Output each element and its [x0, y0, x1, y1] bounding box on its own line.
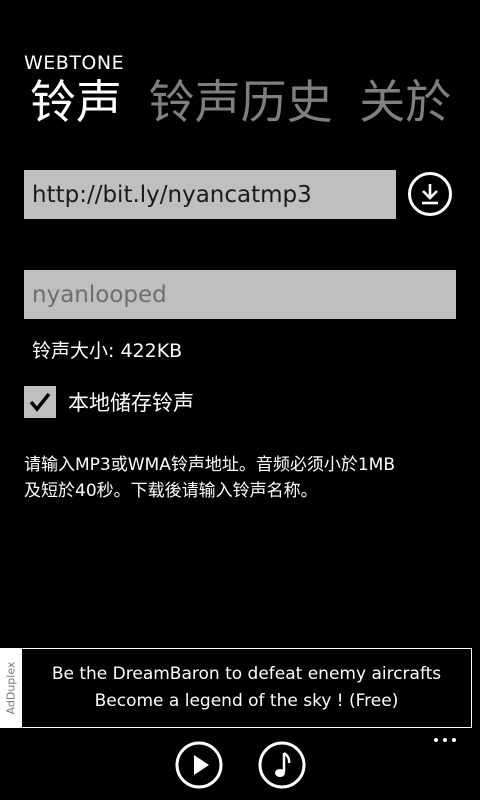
tab-about[interactable]: 关於: [359, 75, 451, 129]
ad-line-1: Be the DreamBaron to defeat enemy aircra…: [51, 664, 442, 684]
ringtone-name-value: nyanlooped: [32, 281, 167, 308]
instructions-text: 请输入MP3或WMA铃声地址。音频必须小於1MB 及短於40秒。下载後请输入铃声…: [24, 452, 464, 504]
download-button[interactable]: [408, 172, 452, 216]
tab-ringtone[interactable]: 铃声: [30, 75, 122, 129]
ad-provider-label: AdDuplex: [4, 661, 18, 715]
app-bar: [0, 730, 480, 800]
more-icon[interactable]: [434, 738, 456, 742]
ad-content[interactable]: Be the DreamBaron to defeat enemy aircra…: [22, 648, 472, 728]
ad-banner[interactable]: AdDuplex Be the DreamBaron to defeat ene…: [0, 648, 472, 728]
url-input[interactable]: http://bit.ly/nyancatmp3: [24, 170, 396, 219]
download-icon: [422, 184, 438, 205]
instructions-line-2: 及短於40秒。下载後请输入铃声名称。: [24, 481, 318, 501]
instructions-line-1: 请输入MP3或WMA铃声地址。音频必须小於1MB: [24, 455, 395, 475]
ringtone-name-input[interactable]: nyanlooped: [24, 270, 456, 319]
save-local-label: 本地储存铃声: [68, 391, 194, 415]
ad-line-2: Become a legend of the sky ! (Free): [94, 691, 399, 711]
ad-provider-tag: AdDuplex: [0, 648, 22, 728]
save-local-row[interactable]: 本地储存铃声: [24, 386, 194, 418]
checkmark-icon: [29, 392, 51, 412]
ringtone-size-label: 铃声大小: 422KB: [32, 340, 183, 362]
url-input-value: http://bit.ly/nyancatmp3: [32, 181, 312, 208]
pivot-header: 铃声 铃声历史 关於: [30, 70, 463, 134]
music-note-icon[interactable]: [258, 741, 306, 789]
tab-ringtone-history[interactable]: 铃声历史: [149, 75, 333, 129]
play-icon[interactable]: [175, 741, 223, 789]
save-local-checkbox[interactable]: [24, 386, 56, 418]
